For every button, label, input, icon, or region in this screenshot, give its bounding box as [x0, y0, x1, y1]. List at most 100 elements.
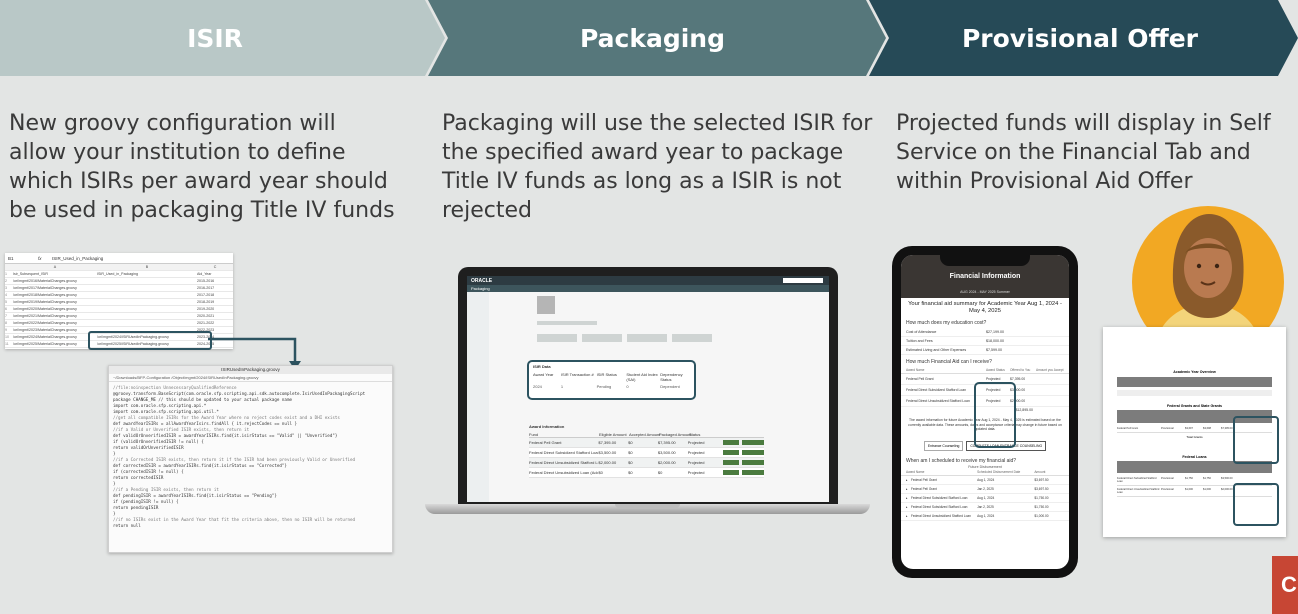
schedule-row[interactable]: ▸ Federal Pell Grant Jan 2, 2025 $3,697.50: [901, 485, 1069, 494]
offer-description-line: Service on the Financial Tab and: [896, 140, 1251, 165]
award-action-button[interactable]: [723, 470, 740, 475]
award-cell: $2,000.00: [657, 460, 676, 465]
sheet-row[interactable]: 3/ori/mgmt/2017/MaterialChanges.groovy 20…: [5, 285, 233, 292]
award-cell: Federal Direct Unsubsidized Loan (Additi…: [529, 470, 599, 475]
offer-overview-title: Academic Year Overview: [1173, 370, 1216, 374]
sheet-cell[interactable]: 2016-2017: [197, 285, 233, 291]
isir-data-panel: ISIR Data Award Year ISIR Transaction # …: [527, 360, 696, 400]
row-number: 6: [5, 307, 7, 311]
cost-label: Tuition and Fees: [906, 339, 933, 343]
cost-row: Tuition and Fees $18,000.00: [901, 337, 1069, 346]
sheet-cell[interactable]: /ori/mgmt/2019/MaterialChanges.groovy: [13, 299, 97, 305]
cost-row: Cost of Attendance $27,199.00: [901, 328, 1069, 337]
tab-packaging[interactable]: Packaging: [471, 286, 490, 291]
sheet-row[interactable]: 6/ori/mgmt/2020/MaterialChanges.groovy 20…: [5, 306, 233, 313]
sheet-cell[interactable]: /ori/mgmt/2018/MaterialChanges.groovy: [13, 292, 97, 298]
aid-cell: $7,395.00: [1010, 377, 1026, 381]
schedule-cell: Federal Direct Unsubsidized Stafford Loa…: [910, 513, 971, 518]
sheet-cell[interactable]: 2017-2018: [197, 292, 233, 298]
isir-col: ISIR Transaction #: [560, 372, 594, 377]
sheet-cell[interactable]: [97, 320, 197, 326]
award-col: Status: [689, 432, 701, 437]
sheet-row[interactable]: 2/ori/mgmt/2016/MaterialChanges.groovy 20…: [5, 278, 233, 285]
phone-aid-question: How much Financial Aid can I receive?: [906, 359, 992, 365]
formula-bar[interactable]: ISIR_Used_in_Packaging: [52, 256, 103, 261]
sheet-cell[interactable]: /ori/mgmt/2025/MaterialChanges.groovy: [13, 341, 97, 347]
sheet-cell[interactable]: /ori/mgmt/2022/MaterialChanges.groovy: [13, 320, 97, 326]
award-cell: $3,500.00: [657, 450, 676, 455]
sheet-cell[interactable]: [97, 313, 197, 319]
aid-cell: [1036, 399, 1064, 403]
award-action-button[interactable]: [723, 450, 740, 455]
award-action-button[interactable]: [742, 470, 764, 475]
schedule-row[interactable]: ▸ Federal Direct Unsubsidized Stafford Lo…: [901, 512, 1069, 521]
offer-description-line: Projected funds will display in Self: [896, 111, 1271, 136]
sheet-header: ISIR_Used_in_Packaging: [97, 272, 138, 276]
packaging-description-line: rejected: [442, 198, 532, 223]
sheet-cell[interactable]: [97, 278, 197, 284]
schedule-cell: Federal Direct Subsidized Stafford Loan: [910, 495, 968, 500]
schedule-row[interactable]: ▸ Federal Direct Subsidized Stafford Loan…: [901, 494, 1069, 503]
sheet-cell[interactable]: /ori/mgmt/2024/MaterialChanges.groovy: [13, 334, 97, 340]
sheet-cell[interactable]: [97, 285, 197, 291]
offer-cell: $1,000: [1203, 488, 1211, 491]
award-action-button[interactable]: [742, 460, 764, 465]
award-row[interactable]: Federal Direct Unsubsidized Loan (Additi…: [529, 468, 764, 478]
sheet-cell[interactable]: /ori/mgmt/2021/MaterialChanges.groovy: [13, 313, 97, 319]
sheet-cell[interactable]: 2021-2022: [197, 320, 233, 326]
award-row[interactable]: Federal Direct Subsidized Stafford Loan $…: [529, 448, 764, 458]
sheet-cell[interactable]: /ori/mgmt/2023/MaterialChanges.groovy: [13, 327, 97, 333]
entrance-counseling-button[interactable]: Entrance Counseling: [923, 440, 964, 451]
sheet-cell[interactable]: [97, 292, 197, 298]
schedule-row[interactable]: ▸ Federal Pell Grant Aug 1, 2024 $3,697.50: [901, 476, 1069, 485]
sheet-cell[interactable]: /ori/mgmt/2016/MaterialChanges.groovy: [13, 278, 97, 284]
sheet-cell[interactable]: /ori/mgmt/2020/MaterialChanges.groovy: [13, 306, 97, 312]
schedule-row[interactable]: ▸ Federal Direct Subsidized Stafford Loan…: [901, 503, 1069, 512]
aid-cell: [1036, 388, 1064, 392]
column-letter: C: [213, 265, 217, 269]
sheet-cell[interactable]: /ori/mgmt/2017/MaterialChanges.groovy: [13, 285, 97, 291]
code-line: //if no ISIRs exist in the Award Year th…: [113, 517, 356, 522]
sheet-row[interactable]: 5/ori/mgmt/2019/MaterialChanges.groovy 20…: [5, 299, 233, 306]
isir-section-title: ISIR Data: [533, 364, 551, 369]
award-cell: $0: [628, 440, 633, 445]
sheet-row[interactable]: 4/ori/mgmt/2018/MaterialChanges.groovy 20…: [5, 292, 233, 299]
sheet-row[interactable]: 7/ori/mgmt/2021/MaterialChanges.groovy 20…: [5, 313, 233, 320]
award-action-button[interactable]: [723, 440, 740, 445]
award-action-button[interactable]: [723, 460, 740, 465]
award-col: Fund: [529, 432, 539, 437]
aid-cell: Projected: [986, 377, 1001, 381]
award-action-button[interactable]: [742, 440, 764, 445]
sheet-cell[interactable]: [97, 306, 197, 312]
sheet-cell[interactable]: 2019-2020: [197, 306, 233, 312]
sheet-cell[interactable]: 2020-2021: [197, 313, 233, 319]
step-isir-label: ISIR: [187, 24, 243, 53]
award-cell: $0: [628, 450, 633, 455]
award-cell: Projected: [687, 450, 705, 455]
app-search-input[interactable]: [783, 278, 823, 283]
sheet-row[interactable]: 8/ori/mgmt/2022/MaterialChanges.groovy 20…: [5, 320, 233, 327]
offer-description: Projected funds will display in Self Ser…: [896, 109, 1296, 196]
cost-value: $27,199.00: [986, 330, 1004, 334]
schedule-cell: $1,750.00: [1034, 495, 1049, 500]
laptop-screen: ORACLE Packaging ISIR Data Award Year IS…: [467, 276, 829, 502]
isir-col: Student Aid Index (SAI): [626, 372, 658, 382]
sheet-cell[interactable]: 2018-2019: [197, 299, 233, 305]
sheet-cell[interactable]: [97, 299, 197, 305]
award-col: Accepted Amount: [629, 432, 661, 437]
cell-reference[interactable]: B1: [5, 256, 38, 261]
schedule-cell: $3,697.50: [1034, 477, 1049, 482]
award-section-title: Award Information: [529, 424, 565, 429]
isir-cell: 0: [626, 384, 629, 389]
code-body[interactable]: //file:noinspection UnnecessaryQualified…: [109, 382, 392, 529]
sheet-cell[interactable]: 2015-2016: [197, 278, 233, 284]
row-number: 3: [5, 286, 7, 290]
award-row[interactable]: Federal Pell Grant $7,395.00 $0 $7,395.00 Pr…: [529, 438, 764, 448]
award-row[interactable]: Federal Direct Unsubsidized Stafford Loa…: [529, 458, 764, 468]
schedule-col: Amount: [1034, 469, 1046, 474]
award-action-button[interactable]: [742, 450, 764, 455]
offer-grants-title: Federal Grants and State Grants: [1166, 404, 1223, 408]
editor-title: ISIRUsedInPackaging.groovy: [109, 366, 392, 374]
cost-label: Estimated Living and Other Expenses: [906, 348, 967, 352]
schedule-cell: Jan 2, 2025: [977, 504, 994, 509]
